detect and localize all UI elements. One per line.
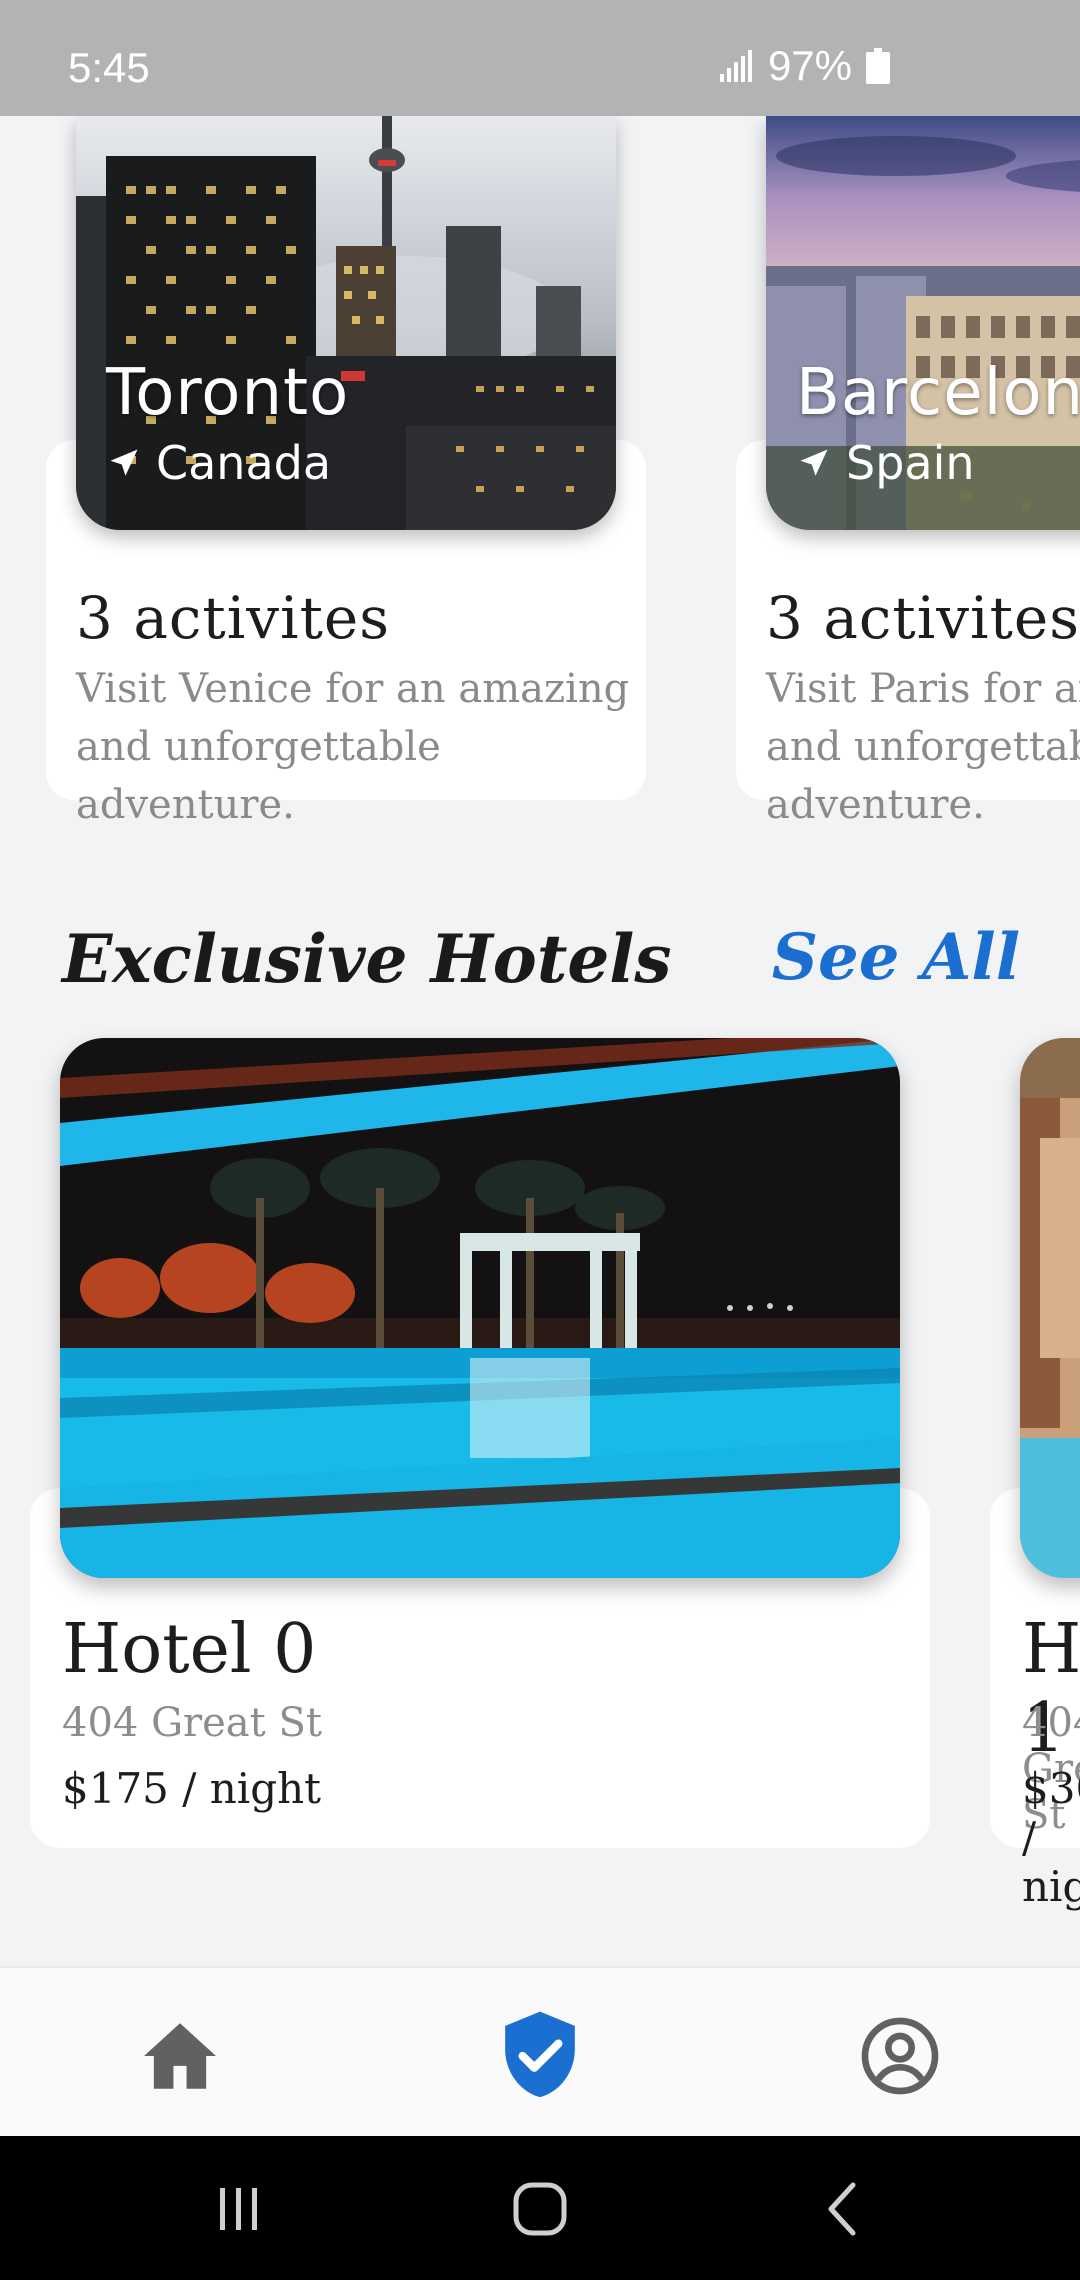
nav-verified[interactable] — [490, 2006, 590, 2106]
destination-country: Spain — [846, 436, 975, 490]
destination-activities: 3 activites — [766, 584, 1080, 652]
destination-description: Visit Paris for an amazing and unforgett… — [766, 666, 1080, 828]
hotel-price: $300 / night — [1022, 1764, 1080, 1911]
account-circle-icon — [861, 2017, 939, 2095]
recent-apps-icon — [220, 2188, 257, 2230]
battery-percent: 97% — [767, 42, 852, 89]
nav-profile[interactable] — [850, 2006, 950, 2106]
destination-photo-barcelona[interactable]: Barcelona Spain — [766, 116, 1080, 530]
navigation-arrow-icon — [110, 449, 138, 476]
section-title: Exclusive Hotels — [62, 920, 672, 998]
back-icon — [828, 2182, 856, 2236]
destination-country-row: Canada — [106, 436, 331, 490]
hotel-name: Hotel 0 — [62, 1610, 317, 1689]
signal-icon — [719, 50, 752, 82]
destination-description: Visit Venice for an amazing and unforget… — [76, 666, 630, 828]
hotel-photo-0[interactable] — [60, 1038, 900, 1578]
hotel-pool-image — [60, 1038, 900, 1578]
destination-city: Barcelona — [796, 356, 1080, 430]
home-icon — [144, 2023, 216, 2089]
navigation-arrow-icon — [800, 449, 828, 476]
destination-photo-toronto[interactable]: Toronto Canada — [76, 116, 616, 530]
status-time: 5:45 — [68, 44, 150, 91]
status-bar: 5:45 97% — [0, 0, 1080, 116]
verified-shield-icon — [505, 2011, 575, 2098]
see-all-link[interactable]: See All — [772, 920, 1020, 995]
destination-activities: 3 activites — [76, 584, 390, 652]
destination-city: Toronto — [106, 356, 350, 430]
destination-country: Canada — [156, 436, 332, 490]
bottom-navigation — [0, 1966, 1080, 2136]
recent-apps-button[interactable] — [204, 2174, 274, 2244]
battery-icon — [866, 48, 890, 84]
hotel-address: 404 Great St — [62, 1700, 322, 1746]
home-button[interactable] — [505, 2174, 575, 2244]
system-navigation-bar — [0, 2136, 1080, 2280]
home-button-icon — [513, 2182, 567, 2236]
nav-home[interactable] — [130, 2006, 230, 2106]
hotel-photo-1[interactable] — [1020, 1038, 1080, 1578]
status-indicators: 97% — [719, 42, 890, 90]
hotel-resort-image — [1020, 1038, 1080, 1578]
app-screen: Toronto Canada 3 activites Visit Venice … — [0, 0, 1080, 2280]
destination-country-row: Spain — [796, 436, 975, 490]
back-button[interactable] — [808, 2174, 878, 2244]
hotel-price: $175 / night — [62, 1764, 322, 1813]
